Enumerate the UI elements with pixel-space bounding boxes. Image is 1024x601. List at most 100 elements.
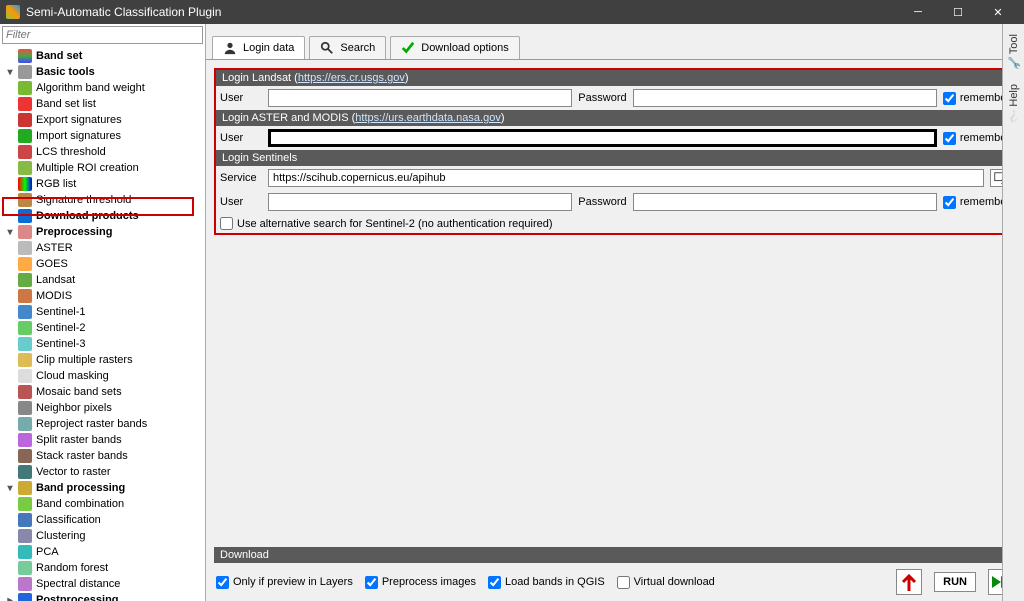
bc-icon [18,497,32,511]
aster-user-input[interactable] [268,129,937,147]
download-header: Download [214,547,1016,563]
sentinels-password-input[interactable] [633,193,937,211]
bp-icon [18,481,32,495]
tree-bandset[interactable]: Band set [0,48,205,64]
tree-mroi[interactable]: Multiple ROI creation [0,160,205,176]
run-button[interactable]: RUN [934,572,976,592]
tree-goes[interactable]: GOES [0,256,205,272]
bottom-bar: Only if preview in Layers Preprocess ima… [206,563,1024,601]
tree-basictools[interactable]: ▾Basic tools [0,64,205,80]
s3-icon [18,337,32,351]
rf-icon [18,561,32,575]
tree-cla[interactable]: Classification [0,512,205,528]
sentinels-remember-checkbox[interactable] [943,196,956,209]
tree-bc[interactable]: Band combination [0,496,205,512]
tree-post[interactable]: ▸Postprocessing [0,592,205,601]
service-input[interactable] [268,169,984,187]
right-tab-strip: 🔧Tool ❔Help [1002,24,1024,601]
landsat-password-input[interactable] [633,89,937,107]
main-panel: Login data Search Download options Login… [206,24,1024,601]
tree-modis[interactable]: MODIS [0,288,205,304]
clip-icon [18,353,32,367]
tree-sd[interactable]: Spectral distance [0,576,205,592]
password-label: Password [578,92,626,104]
altsearch-row: Use alternative search for Sentinel-2 (n… [216,214,1014,233]
righttab-tool[interactable]: 🔧Tool [1008,34,1020,70]
preprocess-checkbox[interactable] [365,576,378,589]
tree-lcs[interactable]: LCS threshold [0,144,205,160]
tree-sig[interactable]: Signature threshold [0,192,205,208]
landsat-header: Login Landsat (https://ers.cr.usgs.gov) [216,70,1014,86]
sentinels-user-input[interactable] [268,193,572,211]
aster-icon [18,241,32,255]
tree-aster[interactable]: ASTER [0,240,205,256]
tree-preprocessing[interactable]: ▾Preprocessing [0,224,205,240]
tree-exp[interactable]: Export signatures [0,112,205,128]
close-button[interactable]: ✕ [978,0,1018,24]
service-row: Service [216,166,1014,190]
tree-abw[interactable]: Algorithm band weight [0,80,205,96]
tree-mosaic[interactable]: Mosaic band sets [0,384,205,400]
tools-icon [18,65,32,79]
split-icon [18,433,32,447]
bsl-icon [18,97,32,111]
filter-input[interactable] [2,26,203,44]
lcs-icon [18,145,32,159]
user-label: User [220,196,262,208]
landsat-url[interactable]: https://ers.cr.usgs.gov [298,72,405,84]
nav-tree: Band set ▾Basic tools Algorithm band wei… [0,46,205,601]
search-icon [320,41,334,55]
tab-search[interactable]: Search [309,36,386,59]
person-icon [223,41,237,55]
tabbar: Login data Search Download options [206,24,1024,60]
login-content: Login Landsat (https://ers.cr.usgs.gov) … [206,60,1024,547]
tree-cloud[interactable]: Cloud masking [0,368,205,384]
tree-rgb[interactable]: RGB list [0,176,205,192]
tree-rf[interactable]: Random forest [0,560,205,576]
maximize-button[interactable]: ☐ [938,0,978,24]
check-icon [401,41,415,55]
tree-clu[interactable]: Clustering [0,528,205,544]
tree-neigh[interactable]: Neighbor pixels [0,400,205,416]
tab-download-options[interactable]: Download options [390,36,519,59]
tree-s2[interactable]: Sentinel-2 [0,320,205,336]
tree-imp[interactable]: Import signatures [0,128,205,144]
app-icon [6,5,20,19]
bandset-icon [18,49,32,63]
tree-bandproc[interactable]: ▾Band processing [0,480,205,496]
sidebar: Band set ▾Basic tools Algorithm band wei… [0,24,206,601]
modis-icon [18,289,32,303]
neigh-icon [18,401,32,415]
only-preview-checkbox[interactable] [216,576,229,589]
virtual-checkbox[interactable] [617,576,630,589]
aster-url[interactable]: https://urs.earthdata.nasa.gov [355,112,501,124]
clu-icon [18,529,32,543]
cla-icon [18,513,32,527]
imp-icon [18,129,32,143]
tree-download-products[interactable]: Download products [0,208,205,224]
minimize-button[interactable]: ─ [898,0,938,24]
tree-vtr[interactable]: Vector to raster [0,464,205,480]
landsat-user-input[interactable] [268,89,572,107]
tree-bsl[interactable]: Band set list [0,96,205,112]
login-frame-highlight: Login Landsat (https://ers.cr.usgs.gov) … [214,68,1016,235]
vtr-icon [18,465,32,479]
altsearch-checkbox[interactable] [220,217,233,230]
tree-clip[interactable]: Clip multiple rasters [0,352,205,368]
landsat-row: User Password remember [216,86,1014,110]
export-button[interactable] [896,569,922,595]
titlebar: Semi-Automatic Classification Plugin ─ ☐… [0,0,1024,24]
tab-login-data[interactable]: Login data [212,36,305,59]
exp-icon [18,113,32,127]
aster-remember-checkbox[interactable] [943,132,956,145]
tree-split[interactable]: Split raster bands [0,432,205,448]
righttab-help[interactable]: ❔Help [1008,84,1020,123]
tree-s1[interactable]: Sentinel-1 [0,304,205,320]
tree-reproj[interactable]: Reproject raster bands [0,416,205,432]
tree-s3[interactable]: Sentinel-3 [0,336,205,352]
load-qgis-checkbox[interactable] [488,576,501,589]
tree-stack[interactable]: Stack raster bands [0,448,205,464]
tree-landsat[interactable]: Landsat [0,272,205,288]
landsat-remember-checkbox[interactable] [943,92,956,105]
tree-pca[interactable]: PCA [0,544,205,560]
